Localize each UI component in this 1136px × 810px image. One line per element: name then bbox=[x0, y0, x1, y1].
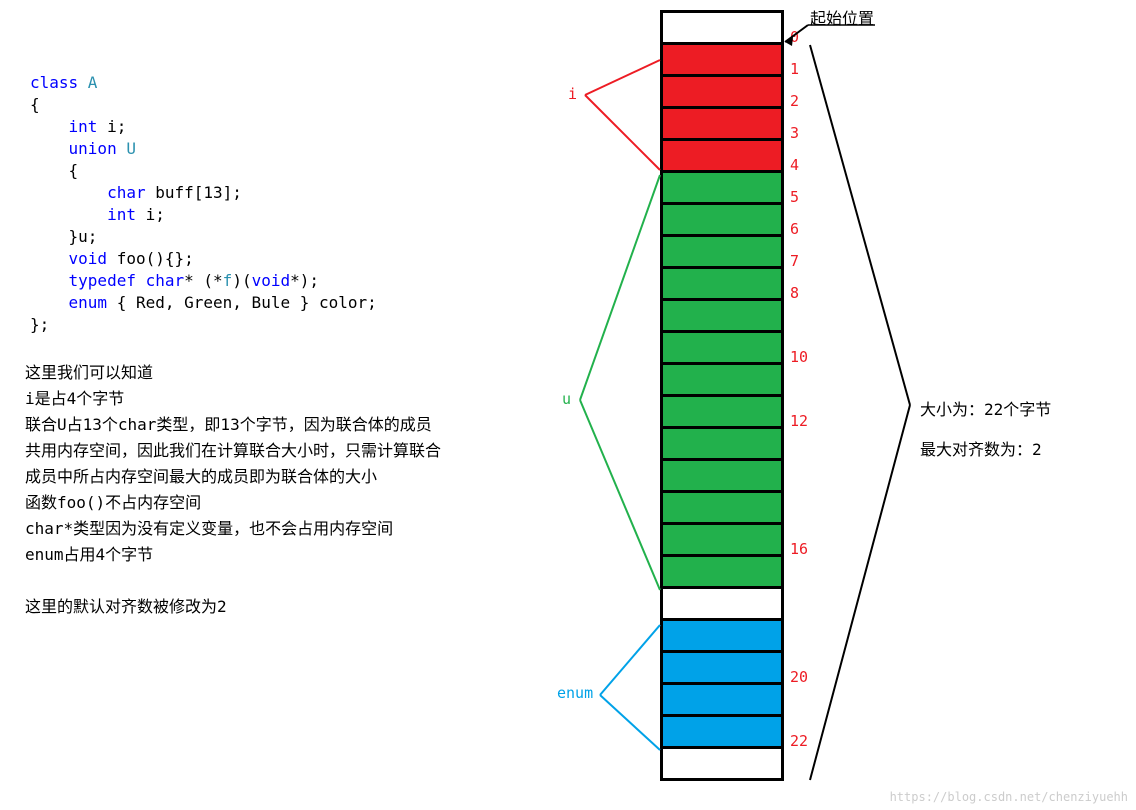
memory-cell bbox=[660, 682, 784, 714]
memory-diagram bbox=[660, 10, 780, 781]
explain-line: char*类型因为没有定义变量，也不会占用内存空间 bbox=[25, 516, 445, 542]
memory-cell bbox=[660, 394, 784, 426]
explain-line: 这里的默认对齐数被修改为2 bbox=[25, 594, 445, 620]
byte-number: 4 bbox=[790, 156, 799, 174]
memory-cell bbox=[660, 426, 784, 458]
byte-number: 22 bbox=[790, 732, 808, 750]
memory-cell bbox=[660, 74, 784, 106]
explain-line: 联合U占13个char类型，即13个字节，因为联合体的成员共用内存空间，因此我们… bbox=[25, 412, 445, 490]
memory-cell bbox=[660, 330, 784, 362]
watermark: https://blog.csdn.net/chenziyuehh bbox=[890, 790, 1128, 804]
member-label-i: i bbox=[568, 85, 577, 103]
memory-cell bbox=[660, 298, 784, 330]
memory-cell bbox=[660, 266, 784, 298]
memory-cell bbox=[660, 234, 784, 266]
memory-cell bbox=[660, 522, 784, 554]
byte-number: 10 bbox=[790, 348, 808, 366]
memory-cell bbox=[660, 746, 784, 781]
explain-line: 这里我们可以知道 bbox=[25, 360, 445, 386]
memory-cell bbox=[660, 490, 784, 522]
start-position-label: 起始位置 bbox=[810, 5, 874, 29]
explain-line: enum占用4个字节 bbox=[25, 542, 445, 568]
byte-number: 2 bbox=[790, 92, 799, 110]
byte-number: 0 bbox=[790, 28, 799, 46]
byte-number: 3 bbox=[790, 124, 799, 142]
summary-info: 大小为：22个字节 最大对齐数为：2 bbox=[920, 390, 1051, 470]
byte-number: 20 bbox=[790, 668, 808, 686]
code-block: class A { int i; union U { char buff[13]… bbox=[30, 50, 377, 336]
memory-cell bbox=[660, 554, 784, 586]
member-label-enum: enum bbox=[557, 684, 593, 702]
memory-cell bbox=[660, 618, 784, 650]
explanation-text: 这里我们可以知道 i是占4个字节 联合U占13个char类型，即13个字节，因为… bbox=[25, 360, 445, 620]
memory-cell bbox=[660, 650, 784, 682]
memory-cell bbox=[660, 362, 784, 394]
byte-number: 1 bbox=[790, 60, 799, 78]
memory-cell bbox=[660, 10, 784, 42]
byte-number: 7 bbox=[790, 252, 799, 270]
size-text: 大小为：22个字节 bbox=[920, 390, 1051, 430]
memory-cell bbox=[660, 138, 784, 170]
memory-cell bbox=[660, 714, 784, 746]
explain-line: 函数foo()不占内存空间 bbox=[25, 490, 445, 516]
byte-number: 12 bbox=[790, 412, 808, 430]
byte-number: 8 bbox=[790, 284, 799, 302]
memory-cell bbox=[660, 586, 784, 618]
memory-cell bbox=[660, 170, 784, 202]
align-text: 最大对齐数为：2 bbox=[920, 430, 1051, 470]
memory-cell bbox=[660, 106, 784, 138]
member-label-u: u bbox=[562, 390, 571, 408]
memory-cell bbox=[660, 458, 784, 490]
memory-cell bbox=[660, 202, 784, 234]
byte-number: 5 bbox=[790, 188, 799, 206]
explain-line: i是占4个字节 bbox=[25, 386, 445, 412]
memory-cell bbox=[660, 42, 784, 74]
byte-number: 16 bbox=[790, 540, 808, 558]
byte-number: 6 bbox=[790, 220, 799, 238]
